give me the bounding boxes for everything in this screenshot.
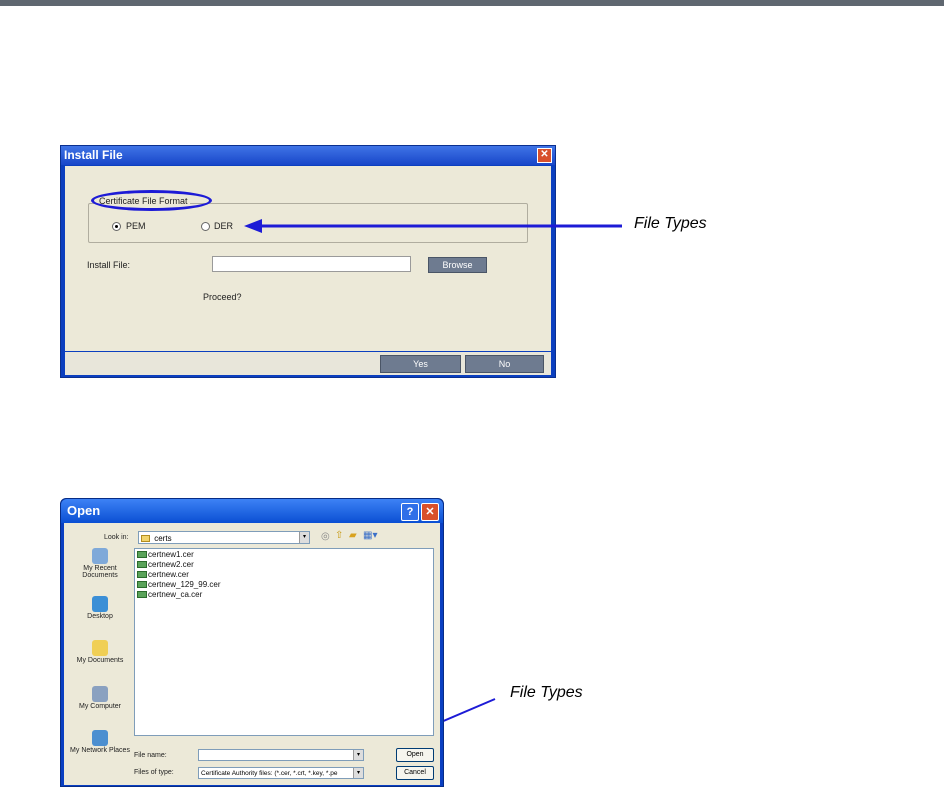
network-places-icon: [92, 730, 108, 746]
certificate-file-icon: [137, 581, 147, 589]
file-name: certnew2.cer: [148, 560, 194, 569]
dialog-title-bar: Open ? ✕: [61, 499, 443, 523]
chevron-down-icon[interactable]: ▾: [353, 768, 363, 778]
certificate-file-icon: [137, 591, 147, 599]
certificate-file-icon: [137, 561, 147, 569]
place-label: My Documents: [76, 657, 124, 664]
open-button[interactable]: Open: [396, 748, 434, 762]
list-item[interactable]: certnew_ca.cer: [137, 590, 202, 599]
chevron-down-icon[interactable]: ▾: [299, 532, 309, 543]
files-of-type-value: Certificate Authority files: (*.cer, *.c…: [201, 770, 338, 777]
file-list[interactable]: certnew1.cer certnew2.cer certnew.cer ce…: [134, 548, 434, 736]
file-types-annotation-1: File Types: [634, 215, 707, 232]
place-my-documents[interactable]: My Documents: [69, 640, 131, 664]
certificate-file-icon: [137, 571, 147, 579]
look-in-label: Look in:: [104, 534, 129, 541]
open-dialog: Open ? ✕ Look in: certs ▾ ◎ ⇧ ▰ ▦▾ My Re…: [60, 498, 444, 787]
files-of-type-select[interactable]: Certificate Authority files: (*.cer, *.c…: [198, 767, 364, 779]
back-icon[interactable]: ◎: [321, 531, 330, 542]
files-of-type-label: Files of type:: [134, 769, 174, 776]
look-in-value: certs: [154, 534, 172, 543]
places-bar: My Recent Documents Desktop My Documents…: [69, 548, 131, 782]
file-name-input[interactable]: ▾: [198, 749, 364, 761]
certificate-file-icon: [137, 551, 147, 559]
file-name: certnew1.cer: [148, 550, 194, 559]
file-name-label: File name:: [134, 752, 167, 759]
desktop-icon: [92, 596, 108, 612]
help-icon[interactable]: ?: [401, 503, 419, 521]
dialog-body: Look in: certs ▾ ◎ ⇧ ▰ ▦▾ My Recent Docu…: [64, 523, 440, 785]
place-label: Desktop: [87, 613, 113, 620]
place-label: My Network Places: [70, 747, 130, 754]
my-computer-icon: [92, 686, 108, 702]
cancel-button[interactable]: Cancel: [396, 766, 434, 780]
chevron-down-icon[interactable]: ▾: [353, 750, 363, 760]
folder-icon: [141, 535, 150, 543]
file-name: certnew.cer: [148, 570, 189, 579]
dialog-title: Open: [67, 503, 101, 518]
list-item[interactable]: certnew.cer: [137, 570, 189, 579]
look-in-select[interactable]: certs ▾: [138, 531, 310, 544]
new-folder-icon[interactable]: ▰: [349, 530, 357, 541]
place-network[interactable]: My Network Places: [69, 730, 131, 754]
recent-documents-icon: [92, 548, 108, 564]
arrowhead-file-types-1: [244, 219, 262, 233]
my-documents-icon: [92, 640, 108, 656]
close-icon[interactable]: ✕: [421, 503, 439, 521]
list-item[interactable]: certnew2.cer: [137, 560, 194, 569]
views-menu-icon[interactable]: ▦▾: [363, 530, 377, 541]
place-my-computer[interactable]: My Computer: [69, 686, 131, 710]
place-label: My Recent Documents: [82, 565, 118, 579]
place-recent-documents[interactable]: My Recent Documents: [69, 548, 131, 579]
list-item[interactable]: certnew_129_99.cer: [137, 580, 221, 589]
up-folder-icon[interactable]: ⇧: [335, 530, 343, 541]
place-desktop[interactable]: Desktop: [69, 596, 131, 620]
file-types-annotation-2: File Types: [510, 684, 583, 701]
place-label: My Computer: [78, 703, 121, 710]
list-item[interactable]: certnew1.cer: [137, 550, 194, 559]
file-name: certnew_ca.cer: [148, 590, 203, 599]
file-name: certnew_129_99.cer: [148, 580, 221, 589]
